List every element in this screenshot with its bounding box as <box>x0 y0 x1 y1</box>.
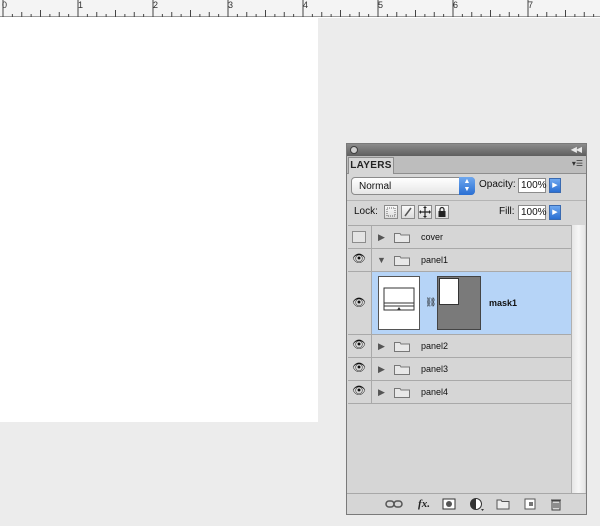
layer-row-panel1[interactable]: 👁 ▼ panel1 <box>348 249 571 272</box>
layer-name-panel1[interactable]: panel1 <box>421 255 448 266</box>
layer-thumbnail[interactable] <box>378 276 420 330</box>
close-panel-button[interactable] <box>350 146 358 154</box>
visibility-toggle-panel1[interactable]: 👁 <box>348 249 372 271</box>
layers-panel: ◀◀ LAYERS ▾☰ Normal ▲ ▼ Opacity: 100% ▶ L… <box>346 143 587 515</box>
link-layers-icon[interactable] <box>385 497 403 511</box>
ruler-number-2: 2 <box>153 0 159 10</box>
panel-menu-icon[interactable]: ▾☰ <box>572 159 583 169</box>
expand-triangle-icon[interactable]: ▶ <box>378 387 385 397</box>
expand-triangle-icon[interactable]: ▶ <box>378 232 385 242</box>
blend-mode-select[interactable]: Normal ▲ ▼ <box>351 177 475 195</box>
lock-position-icon[interactable] <box>418 205 432 219</box>
opacity-input[interactable]: 100% <box>518 178 547 193</box>
visibility-toggle-panel2[interactable]: 👁 <box>348 335 372 357</box>
fill-slider-arrow[interactable]: ▶ <box>549 205 561 220</box>
eye-icon: 👁 <box>352 339 366 351</box>
ruler-number-6: 6 <box>453 0 459 10</box>
link-chain-icon[interactable]: ⛓ <box>425 297 436 308</box>
layer-name-panel3[interactable]: panel3 <box>421 364 448 375</box>
document-canvas[interactable] <box>0 18 318 422</box>
layers-scrollbar[interactable] <box>571 225 585 493</box>
layers-list[interactable]: ▶ cover 👁 ▼ panel1 👁 ⛓ mask1 👁 ▶ panel2 … <box>348 225 571 493</box>
layer-row-panel3[interactable]: 👁 ▶ panel3 <box>348 358 571 381</box>
eye-icon: 👁 <box>352 385 366 397</box>
panel-tab-bar: LAYERS ▾☰ <box>347 156 586 174</box>
add-mask-icon[interactable] <box>441 497 457 511</box>
layer-name-mask1[interactable]: mask1 <box>489 298 517 309</box>
updown-arrow-icon: ▲ ▼ <box>459 177 475 195</box>
fx-icon[interactable]: fx. <box>414 497 434 511</box>
layer-row-mask1[interactable]: 👁 ⛓ mask1 <box>348 272 571 335</box>
lock-transparent-pixels-icon[interactable] <box>384 205 398 219</box>
visibility-toggle-panel3[interactable]: 👁 <box>348 358 372 380</box>
eye-icon: 👁 <box>352 362 366 374</box>
collapse-triangle-icon[interactable]: ▼ <box>377 255 386 265</box>
lock-label: Lock: <box>354 206 378 217</box>
layer-row-panel2[interactable]: 👁 ▶ panel2 <box>348 335 571 358</box>
eye-icon: 👁 <box>352 253 366 265</box>
blend-mode-value: Normal <box>359 181 392 192</box>
ruler-number-3: 3 <box>228 0 234 10</box>
folder-icon <box>394 233 410 243</box>
ruler-number-7: 7 <box>528 0 534 10</box>
adjustment-layer-icon[interactable] <box>468 497 486 511</box>
visibility-toggle-panel4[interactable]: 👁 <box>348 381 372 403</box>
visibility-toggle-mask1[interactable]: 👁 <box>348 272 372 334</box>
visibility-off-box <box>352 231 366 243</box>
lock-image-pixels-icon[interactable] <box>401 205 415 219</box>
folder-icon <box>394 342 410 352</box>
expand-triangle-icon[interactable]: ▶ <box>378 364 385 374</box>
tab-layers[interactable]: LAYERS <box>348 157 394 174</box>
ruler-number-4: 4 <box>303 0 309 10</box>
ruler-number-1: 1 <box>78 0 84 10</box>
fill-label: Fill: <box>499 206 515 217</box>
fill-input[interactable]: 100% <box>518 205 547 220</box>
layer-row-cover[interactable]: ▶ cover <box>348 226 571 249</box>
canvas-pasteboard-bottom <box>0 422 318 526</box>
trash-icon[interactable] <box>548 497 564 511</box>
double-left-arrow-icon[interactable]: ◀◀ <box>571 144 582 156</box>
mask-thumbnail[interactable] <box>437 276 481 330</box>
ruler-ticks <box>2 0 595 17</box>
lock-all-icon[interactable] <box>435 205 449 219</box>
eye-icon: 👁 <box>352 297 366 309</box>
opacity-slider-arrow[interactable]: ▶ <box>549 178 561 193</box>
layer-row-panel4[interactable]: 👁 ▶ panel4 <box>348 381 571 404</box>
folder-icon <box>394 365 410 375</box>
folder-icon <box>394 256 410 266</box>
visibility-toggle-cover[interactable] <box>348 226 372 248</box>
ruler-number-0: 0 <box>2 0 8 10</box>
new-group-icon[interactable] <box>495 497 511 511</box>
options-divider <box>347 200 586 201</box>
new-layer-icon[interactable] <box>522 497 538 511</box>
opacity-label: Opacity: <box>479 179 516 190</box>
mask-white-region <box>439 278 459 305</box>
folder-icon <box>394 388 410 398</box>
layers-bottom-toolbar: fx. <box>347 493 586 514</box>
layer-name-cover[interactable]: cover <box>421 232 443 243</box>
panel-title-bar[interactable]: ◀◀ <box>347 144 586 156</box>
layer-thumbnail-art <box>383 287 415 311</box>
horizontal-ruler[interactable]: 0 1 2 3 4 5 6 7 <box>0 0 600 17</box>
ruler-number-5: 5 <box>378 0 384 10</box>
layer-name-panel4[interactable]: panel4 <box>421 387 448 398</box>
expand-triangle-icon[interactable]: ▶ <box>378 341 385 351</box>
layer-name-panel2[interactable]: panel2 <box>421 341 448 352</box>
